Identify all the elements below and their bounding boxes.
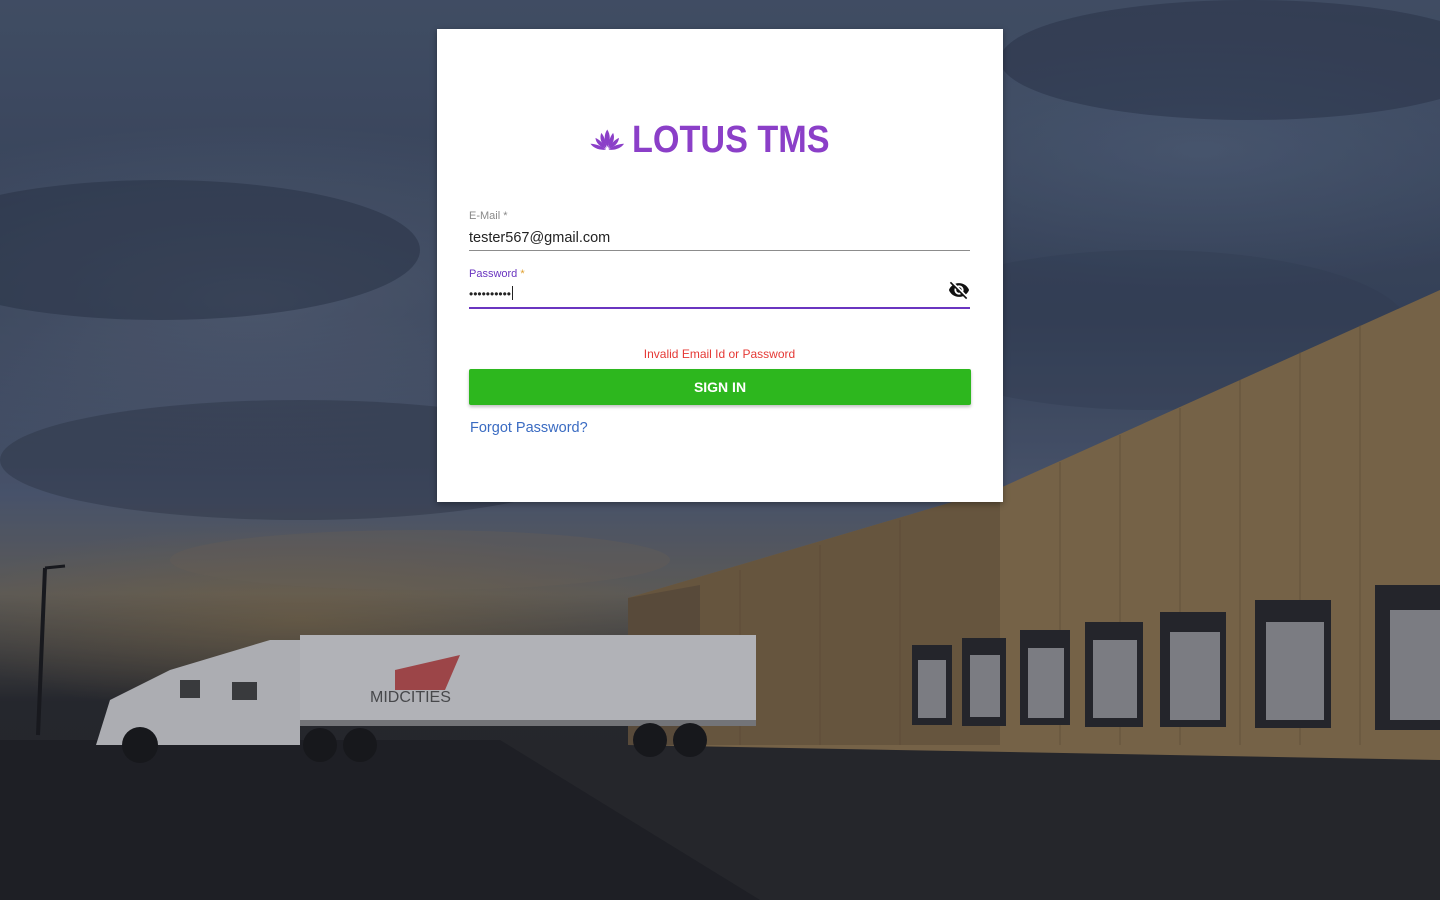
brand-logo: LOTUS TMS xyxy=(590,112,852,168)
email-input[interactable]: tester567@gmail.com xyxy=(469,227,970,249)
logo-text: LOTUS TMS xyxy=(632,118,831,161)
email-field[interactable]: E-Mail * tester567@gmail.com xyxy=(469,209,970,251)
password-label: Password * xyxy=(469,268,525,280)
visibility-off-icon[interactable] xyxy=(948,279,970,301)
text-caret xyxy=(512,286,514,300)
forgot-password-link[interactable]: Forgot Password? xyxy=(470,420,588,436)
password-input[interactable]: •••••••••• xyxy=(469,281,970,307)
error-message: Invalid Email Id or Password xyxy=(643,347,796,361)
lotus-icon xyxy=(590,129,625,150)
sign-in-button[interactable]: SIGN IN xyxy=(469,369,971,405)
password-field[interactable]: Password * •••••••••• xyxy=(469,267,970,309)
email-label: E-Mail * xyxy=(469,210,508,222)
